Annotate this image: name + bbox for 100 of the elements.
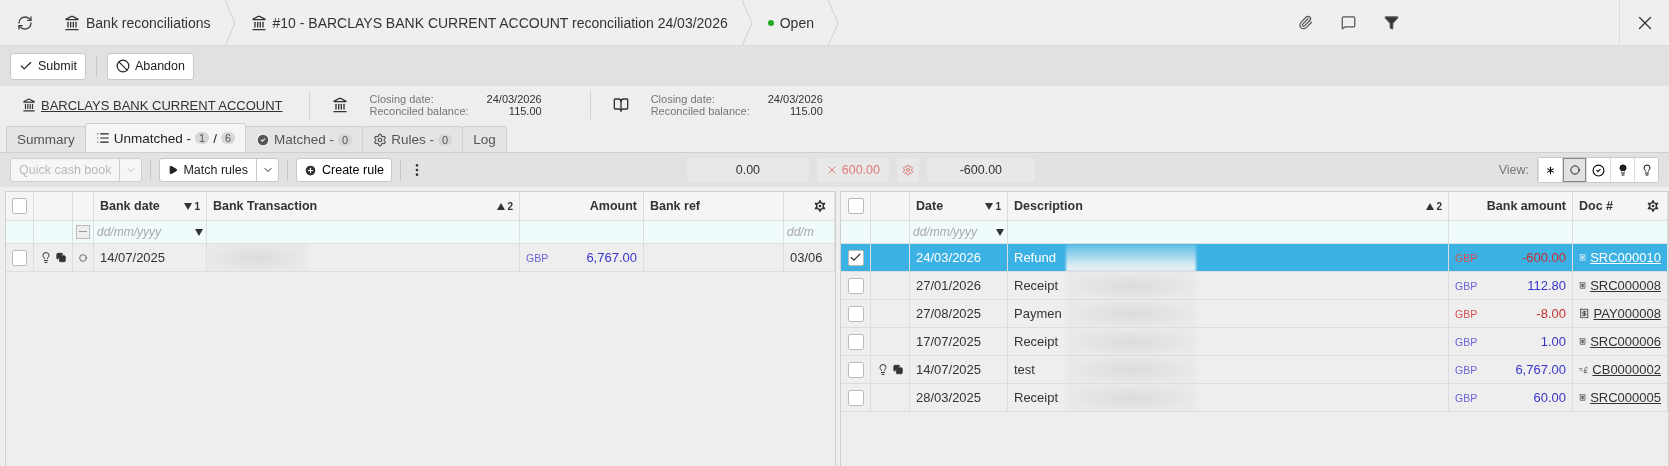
lightbulb-icon (877, 363, 889, 376)
table-cell: 24/03/2026 (910, 244, 1008, 272)
filter-cell (871, 221, 910, 244)
amount-value: 6,767.00 (1515, 362, 1566, 377)
gear-icon (373, 132, 388, 147)
field-label: Reconciled balance: (369, 105, 469, 117)
sort-down-icon (195, 228, 203, 236)
lightbulb-icon (1616, 164, 1629, 176)
collapse-button[interactable] (76, 225, 90, 239)
count-badge: 0 (438, 133, 453, 146)
count-badge: 6 (220, 132, 236, 144)
column-header: Bank Transaction (213, 199, 318, 213)
checkbox[interactable] (847, 198, 864, 214)
document-link[interactable]: SRC000005 (1590, 390, 1661, 405)
sort-order: 2 (1436, 200, 1442, 212)
checkbox[interactable] (847, 305, 864, 322)
description-text: Receipt (1014, 278, 1060, 293)
bank-icon (331, 97, 348, 113)
table-cell: 27/08/2025 (910, 300, 1008, 328)
sort-order: 2 (507, 200, 513, 212)
circle-icon (79, 253, 87, 262)
field-label: Closing date: (369, 93, 435, 105)
checkbox[interactable] (847, 333, 864, 350)
table-cell: 27/01/2026 (910, 272, 1008, 300)
checkbox[interactable] (847, 277, 864, 294)
currency-label: GBP (1455, 335, 1478, 348)
comment-icon[interactable] (1341, 15, 1356, 30)
column-header: Bank amount (1486, 199, 1566, 213)
view-label: View: (1498, 163, 1529, 177)
table-cell: 03/06 (784, 244, 835, 272)
tab[interactable]: Summary (6, 126, 86, 152)
amount-value: 60.00 (1533, 390, 1566, 405)
tab[interactable]: Log (462, 126, 507, 152)
book-icon (612, 97, 629, 113)
field-label: Reconciled balance: (650, 105, 750, 117)
tab-label: Matched - (274, 132, 335, 147)
description-text: Receipt (1014, 334, 1060, 349)
list-icon (95, 131, 110, 145)
abandon-button[interactable]: Abandon (106, 52, 194, 80)
bank-icon (250, 14, 267, 31)
lightbulb-icon (40, 251, 52, 264)
column-header: Description (1014, 199, 1083, 213)
tab-label: Log (473, 132, 496, 147)
table-cell: 28/03/2025 (910, 384, 1008, 412)
column-header: Date (916, 199, 944, 213)
checkbox[interactable] (847, 389, 864, 406)
column-header: Bank date (100, 199, 160, 213)
refresh-icon (17, 14, 33, 31)
stack-icon (892, 364, 903, 375)
document-link[interactable]: PAY000008 (1593, 306, 1661, 321)
breadcrumb-item[interactable]: Bank reconciliations (50, 14, 225, 31)
check-circle-icon (256, 132, 271, 147)
account-link[interactable]: BARCLAYS BANK CURRENT ACCOUNT (22, 97, 283, 113)
check-circle-icon (1592, 163, 1605, 177)
submit-button[interactable]: Submit (10, 52, 86, 80)
table-cell: 14/07/2025 (94, 244, 207, 272)
tab[interactable]: Unmatched - 1 / 6 (84, 123, 247, 152)
tab[interactable]: Matched - 0 (245, 126, 364, 152)
description-text: test (1014, 362, 1036, 377)
description-text: Paymen (1014, 306, 1062, 321)
tab[interactable]: Rules - 0 (362, 126, 464, 152)
settings-icon[interactable] (812, 198, 828, 214)
column-header: Amount (589, 199, 637, 213)
checkbox[interactable] (12, 249, 27, 266)
stack-icon (55, 252, 66, 263)
document-link[interactable]: SRC000006 (1590, 334, 1661, 349)
currency-label: GBP (1455, 307, 1478, 320)
minus-icon (79, 231, 87, 233)
total-value: -600.00 (926, 158, 1035, 182)
currency-label: GBP (1455, 363, 1478, 376)
field-value: 115.00 (507, 105, 542, 117)
plus-icon (304, 163, 318, 177)
checkbox[interactable] (847, 249, 864, 266)
amount-value: 112.80 (1527, 278, 1566, 293)
lightbulb-icon (1640, 164, 1653, 176)
document-link[interactable]: SRC000008 (1590, 278, 1661, 293)
description-text: Receipt (1014, 390, 1060, 405)
settings-button[interactable] (896, 158, 919, 182)
count-separator: / (213, 130, 217, 146)
checkbox[interactable] (847, 361, 864, 378)
create-rule-button[interactable]: Create rule (296, 158, 392, 182)
sort-order: 1 (995, 200, 1001, 212)
amount-value: 6,767.00 (586, 250, 637, 265)
match-rules-button[interactable]: Match rules (160, 159, 257, 181)
document-link[interactable]: CB0000002 (1592, 362, 1661, 377)
paperclip-icon[interactable] (1298, 15, 1313, 30)
checkbox[interactable] (12, 198, 27, 214)
status-label: Open (779, 14, 814, 31)
amount-value: 1.00 (1540, 334, 1566, 349)
sort-down-icon (996, 228, 1004, 236)
tab-label: Unmatched - (113, 130, 192, 146)
tab-label: Summary (17, 132, 75, 147)
sort-order: 1 (194, 200, 200, 212)
count-badge: 0 (338, 133, 353, 146)
description-text: Refund (1014, 250, 1057, 265)
settings-icon[interactable] (1645, 198, 1661, 214)
field-value: 115.00 (788, 105, 823, 117)
bank-icon (22, 98, 36, 112)
circle-icon (1569, 165, 1580, 175)
filter-icon[interactable] (1384, 15, 1399, 30)
